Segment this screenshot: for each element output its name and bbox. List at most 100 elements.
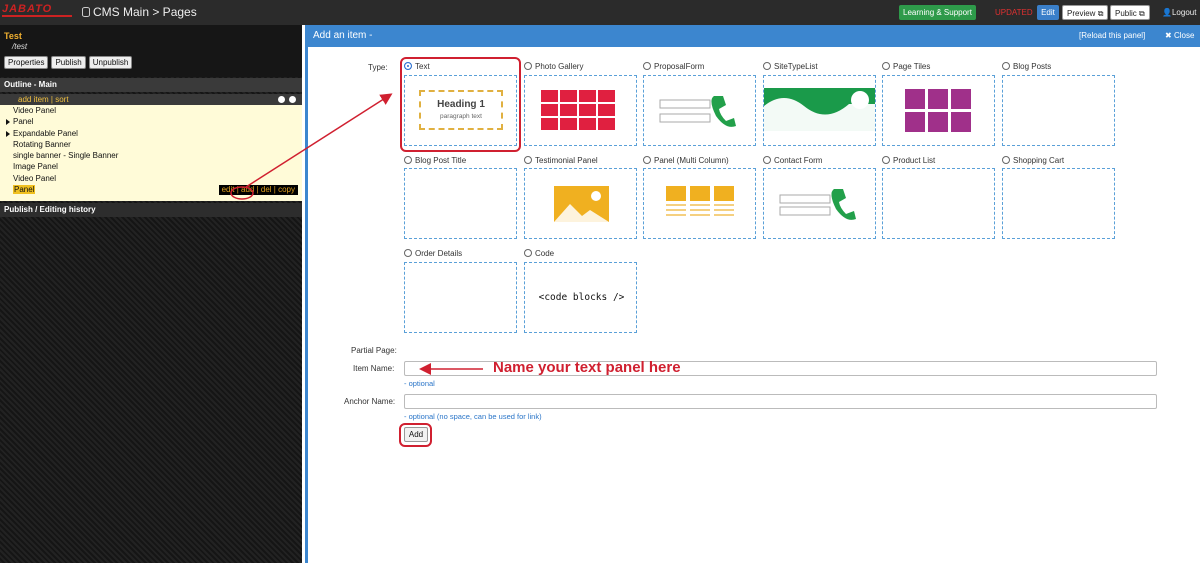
radio-icon[interactable] (763, 62, 771, 70)
expand-all-icon[interactable] (278, 96, 285, 103)
status-updated: UPDATED (995, 8, 1033, 17)
top-bar: JABATO CMS Main > Pages Learning & Suppo… (0, 0, 1200, 25)
type-option-photo-gallery[interactable]: Photo Gallery (524, 62, 583, 71)
properties-button[interactable]: Properties (4, 56, 49, 69)
outline-item[interactable]: Panel (0, 116, 302, 127)
banner-icon (764, 88, 875, 131)
radio-icon[interactable] (643, 156, 651, 164)
tiles-icon (905, 89, 971, 132)
testimonial-panel-preview[interactable] (524, 168, 637, 239)
radio-icon[interactable] (404, 156, 412, 164)
anchor-name-input[interactable] (404, 394, 1157, 409)
radio-icon[interactable] (524, 156, 532, 164)
user-icon: 👤 (1162, 8, 1172, 17)
radio-icon[interactable] (524, 249, 532, 257)
type-option-blog-posts[interactable]: Blog Posts (1002, 62, 1051, 71)
public-button[interactable]: Public ⧉ (1110, 5, 1150, 20)
close-button[interactable]: ✖ Close (1165, 31, 1194, 40)
contact-form-preview[interactable] (763, 168, 876, 239)
image-icon (554, 186, 609, 222)
external-link-icon: ⧉ (1097, 9, 1104, 18)
type-option-code[interactable]: Code (524, 249, 554, 258)
shopping-cart-preview[interactable] (1002, 168, 1115, 239)
item-name-label: Item Name: (353, 364, 395, 373)
outline-item[interactable]: Video Panel (0, 105, 302, 116)
code-sample: <code blocks /> (538, 292, 625, 303)
radio-icon[interactable] (882, 62, 890, 70)
photo-gallery-preview[interactable] (524, 75, 637, 146)
type-option-product-list[interactable]: Product List (882, 156, 935, 165)
blog-post-title-preview[interactable] (404, 168, 517, 239)
radio-icon[interactable] (763, 156, 771, 164)
sidebar: Test /test Properties Publish Unpublish … (0, 25, 302, 563)
radio-icon[interactable] (1002, 156, 1010, 164)
add-item-panel: Add an item - [Reload this panel] ✖ Clos… (305, 25, 1200, 563)
publish-button[interactable]: Publish (51, 56, 86, 69)
radio-icon[interactable] (404, 249, 412, 257)
partial-page-label: Partial Page: (351, 346, 397, 355)
type-option-page-tiles[interactable]: Page Tiles (882, 62, 930, 71)
proposal-form-preview[interactable] (643, 75, 756, 146)
product-list-preview[interactable] (882, 168, 995, 239)
add-button-highlight (399, 423, 432, 447)
external-link-icon: ⧉ (1139, 9, 1145, 18)
type-option-contact-form[interactable]: Contact Form (763, 156, 822, 165)
text-type-highlight (400, 57, 521, 152)
outline-item-selected[interactable]: Panel edit | add | del | copy (0, 184, 302, 196)
type-option-shopping-cart[interactable]: Shopping Cart (1002, 156, 1064, 165)
panel-title: Add an item - (313, 30, 373, 41)
annotation-text: Name your text panel here (493, 359, 681, 376)
history-header[interactable]: Publish / Editing history (0, 203, 302, 217)
blog-posts-preview[interactable] (1002, 75, 1115, 146)
type-option-proposal-form[interactable]: ProposalForm (643, 62, 704, 71)
item-name-hint: - optional (404, 379, 435, 388)
anchor-name-label: Anchor Name: (344, 397, 396, 406)
page-path: /test (12, 42, 28, 51)
collapse-all-icon[interactable] (289, 96, 296, 103)
type-option-testimonial-panel[interactable]: Testimonial Panel (524, 156, 598, 165)
item-actions[interactable]: edit | add | del | copy (218, 185, 298, 196)
phone-form-icon (659, 96, 736, 127)
type-option-blog-post-title[interactable]: Blog Post Title (404, 156, 466, 165)
preview-button[interactable]: Preview ⧉ (1062, 5, 1109, 20)
logout-button[interactable]: 👤Logout (1158, 5, 1200, 20)
app-logo[interactable]: JABATO (2, 3, 76, 20)
radio-icon[interactable] (1002, 62, 1010, 70)
outline-item[interactable]: Expandable Panel (0, 128, 302, 139)
expand-arrow-icon[interactable] (6, 130, 10, 137)
type-option-order-details[interactable]: Order Details (404, 249, 462, 258)
add-sort-links[interactable]: add item | sort (18, 95, 69, 104)
panel-header: Add an item - [Reload this panel] ✖ Clos… (308, 25, 1200, 47)
phone-form-icon (779, 189, 856, 220)
reload-panel-link[interactable]: [Reload this panel] (1079, 31, 1145, 40)
unpublish-button[interactable]: Unpublish (88, 56, 133, 69)
close-icon: ✖ (1165, 31, 1172, 40)
columns-icon (666, 186, 734, 216)
radio-icon[interactable] (882, 156, 890, 164)
code-preview[interactable]: <code blocks /> (524, 262, 637, 333)
outline-header: Outline - Main (0, 78, 302, 92)
site-type-list-preview[interactable] (763, 75, 876, 146)
type-label: Type: (368, 63, 388, 72)
breadcrumb: CMS Main > Pages (82, 5, 197, 19)
learning-support-button[interactable]: Learning & Support (899, 5, 976, 20)
page-title: Test (4, 31, 22, 41)
outline-item[interactable]: Rotating Banner (0, 139, 302, 150)
page-info: Test /test Properties Publish Unpublish (0, 25, 302, 77)
page-tiles-preview[interactable] (882, 75, 995, 146)
type-option-site-type-list[interactable]: SiteTypeList (763, 62, 818, 71)
outline-item[interactable]: Image Panel (0, 161, 302, 172)
anchor-name-hint: - optional (no space, can be used for li… (404, 412, 542, 421)
radio-icon[interactable] (524, 62, 532, 70)
radio-icon[interactable] (643, 62, 651, 70)
expand-arrow-icon[interactable] (6, 119, 10, 126)
database-icon (82, 7, 90, 17)
outline-item[interactable]: Video Panel (0, 173, 302, 184)
gallery-icon (541, 90, 615, 130)
outline-list: add item | sort Video Panel Panel Expand… (0, 94, 302, 201)
outline-item[interactable]: single banner - Single Banner (0, 150, 302, 161)
panel-multi-column-preview[interactable] (643, 168, 756, 239)
order-details-preview[interactable] (404, 262, 517, 333)
type-option-panel-multi-column[interactable]: Panel (Multi Column) (643, 156, 729, 165)
edit-button[interactable]: Edit (1037, 5, 1059, 20)
